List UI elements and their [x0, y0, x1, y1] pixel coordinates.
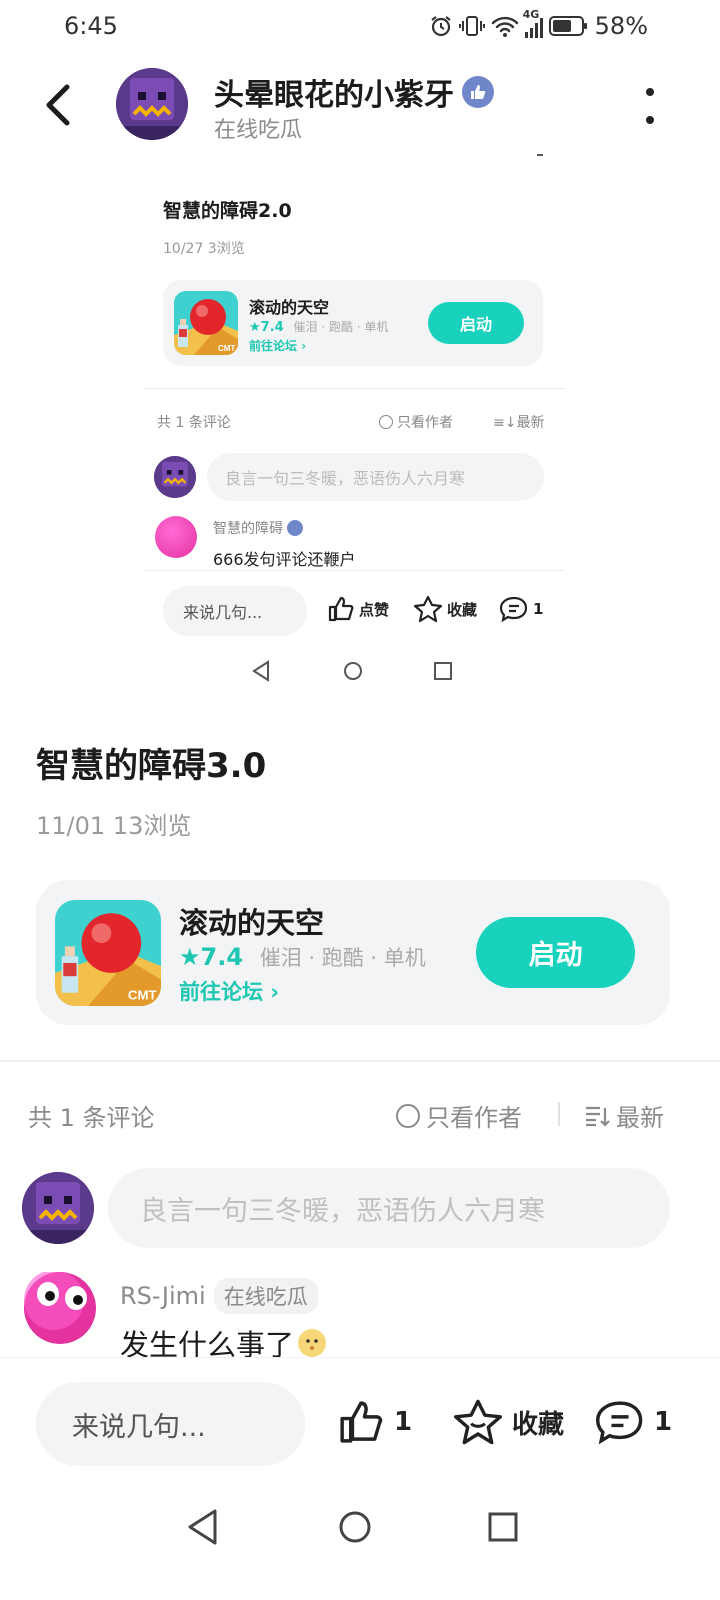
embed-launch-button[interactable]: 启动 [428, 302, 524, 344]
game-score: 7.4 [200, 943, 244, 971]
nav-back-icon[interactable] [186, 1508, 220, 1546]
embed-comment-button[interactable]: 1 [499, 595, 543, 623]
embed-like-button[interactable]: 点赞 [327, 595, 389, 623]
embed-author-only-toggle[interactable]: 只看作者 [379, 412, 453, 432]
svg-text:CMT: CMT [128, 987, 157, 1002]
commenter-avatar[interactable] [24, 1270, 96, 1344]
embed-game-tags: 催泪 · 跑酷 · 单机 [293, 320, 389, 334]
nav-home-icon [344, 662, 362, 680]
say-input[interactable]: 来说几句... [36, 1382, 305, 1466]
sort-icon [586, 1106, 610, 1127]
nav-home-icon[interactable] [338, 1510, 372, 1544]
embed-my-avatar [154, 456, 196, 498]
wifi-icon [491, 14, 519, 38]
embed-say-input[interactable]: 来说几句... [163, 586, 307, 636]
battery-icon [548, 14, 589, 38]
comment-input[interactable]: 良言一句三冬暖，恶语伤人六月寒 [108, 1168, 670, 1248]
embed-comment-input[interactable]: 良言一句三冬暖，恶语伤人六月寒 [207, 453, 544, 501]
embedded-screenshot[interactable]: 智慧的障碍2.0 10/27 3浏览 CMT 滚动的天空 ★7.4 催泪 · 跑… [143, 150, 565, 710]
embed-post-title: 智慧的障碍2.0 [163, 200, 292, 222]
embed-fav-button[interactable]: 收藏 [413, 595, 477, 623]
embed-forum-link[interactable]: 前往论坛 › [249, 337, 306, 354]
nav-recent-icon[interactable] [488, 1512, 518, 1542]
divider [143, 570, 565, 571]
comment-bubble-icon [499, 596, 528, 623]
nav-recent-icon [434, 662, 452, 680]
commenter-name-row: RS-Jimi 在线吃瓜 [120, 1278, 318, 1314]
game-icon: CMT [55, 900, 161, 1006]
star-icon: ★ [179, 943, 201, 971]
thumb-up-icon [340, 1401, 383, 1443]
vibrate-icon [458, 14, 485, 38]
game-icon: CMT [174, 291, 238, 355]
my-avatar [22, 1172, 94, 1244]
nav-back-icon [252, 660, 269, 682]
radio-circle-icon [396, 1103, 420, 1128]
system-navigation-bar [0, 1490, 720, 1570]
comment-count: 共 1 条评论 [28, 1104, 155, 1132]
embed-post-meta: 10/27 3浏览 [163, 241, 245, 257]
header-username: 头晕眼花的小紫牙 [214, 78, 454, 113]
battery-percent: 58% [594, 12, 648, 40]
radio-circle-icon [379, 415, 393, 429]
game-tags: 催泪 · 跑酷 · 单机 [259, 946, 426, 970]
embed-game-score: 7.4 [260, 320, 284, 335]
comment-bubble-icon [595, 1401, 643, 1445]
forum-link[interactable]: 前往论坛 › [179, 976, 279, 1006]
embed-comment-count: 共 1 条评论 [157, 415, 231, 431]
embed-comment-text: 666发句评论还鞭户 [213, 550, 356, 569]
divider [0, 1060, 720, 1062]
embed-sort-toggle[interactable]: ≡↓最新 [493, 412, 544, 432]
game-name: 滚动的天空 [179, 906, 325, 940]
network-type: 4G [522, 8, 540, 21]
post-title: 智慧的障碍3.0 [36, 746, 267, 786]
author-only-toggle[interactable]: 只看作者 [396, 1098, 522, 1133]
bottom-action-bar: 来说几句... 1 收藏 1 [0, 1357, 720, 1477]
game-rating-row: ★7.4 催泪 · 跑酷 · 单机 [179, 942, 426, 972]
signal-icon: 4G [523, 8, 543, 38]
commenter-name: RS-Jimi [120, 1282, 206, 1310]
header-subtitle: 在线吃瓜 [214, 118, 303, 143]
game-badge-icon [287, 520, 303, 536]
user-avatar[interactable] [116, 68, 188, 140]
favorite-button[interactable]: 收藏 [452, 1398, 564, 1446]
launch-button[interactable]: 启动 [476, 917, 635, 988]
favorite-star-icon [413, 595, 443, 623]
sort-icon: ≡↓ [493, 415, 517, 431]
alarm-icon [429, 14, 453, 38]
favorite-star-icon [454, 1399, 502, 1445]
back-button[interactable] [36, 80, 80, 130]
game-card[interactable]: CMT 滚动的天空 ★7.4 催泪 · 跑酷 · 单机 前往论坛 › 启动 [36, 880, 670, 1025]
comment-button[interactable]: 1 [594, 1398, 672, 1446]
embed-game-card[interactable]: CMT 滚动的天空 ★7.4 催泪 · 跑酷 · 单机 前往论坛 › 启动 [163, 280, 543, 366]
back-arrow-icon [46, 84, 70, 126]
status-time: 6:45 [64, 12, 118, 40]
post-meta: 11/01 13浏览 [36, 812, 192, 840]
embed-game-name: 滚动的天空 [249, 298, 330, 317]
divider [143, 388, 565, 389]
header-username-row: 头晕眼花的小紫牙 [214, 70, 494, 114]
chevron-right-icon: › [301, 339, 307, 353]
separator [558, 1102, 560, 1126]
star-icon: ★ [249, 320, 261, 335]
verified-thumb-icon [462, 76, 494, 108]
emoji-icon [298, 1329, 327, 1357]
embed-game-rating-row: ★7.4 催泪 · 跑酷 · 单机 [249, 318, 388, 335]
sort-toggle[interactable]: 最新 [584, 1098, 664, 1133]
more-vertical-icon[interactable] [640, 88, 660, 124]
thumb-up-icon [328, 596, 354, 622]
like-button[interactable]: 1 [336, 1398, 412, 1446]
embed-commenter-name-row: 智慧的障碍 [213, 518, 303, 538]
svg-text:CMT: CMT [218, 344, 235, 353]
commenter-tag: 在线吃瓜 [213, 1278, 318, 1314]
status-icons: 4G 58% [429, 8, 648, 40]
chevron-right-icon: › [270, 980, 279, 1004]
embed-commenter-avatar [155, 516, 197, 558]
